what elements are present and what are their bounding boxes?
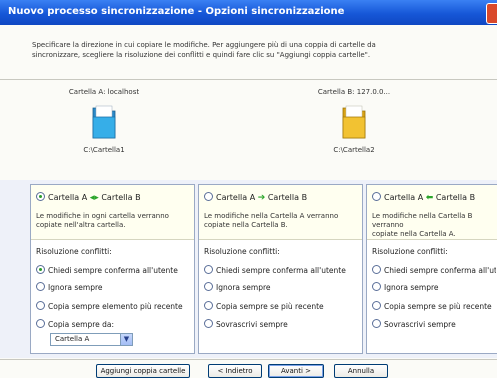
option-copy-newer[interactable]: Copia sempre se più recente	[204, 301, 324, 311]
panel-bidirectional[interactable]: Cartella A ◂▸ Cartella B Le modifiche in…	[30, 184, 195, 354]
copy-from-dropdown[interactable]: Cartella A ▼	[50, 333, 133, 346]
direction-b-to-a-radio[interactable]: Cartella A ⬅ Cartella B	[372, 192, 475, 203]
option-label: Chiedi sempre conferma all'utente	[48, 266, 178, 275]
radio-icon[interactable]	[204, 301, 213, 310]
option-ask-user[interactable]: Chiedi sempre conferma all'utente	[204, 265, 346, 275]
option-label: Chiedi sempre conferma all'utente	[216, 266, 346, 275]
option-label: Copia sempre se più recente	[384, 302, 492, 311]
title-bar[interactable]: Nuovo processo sincronizzazione - Opzion…	[0, 0, 497, 25]
folder-blue-icon	[92, 105, 116, 139]
panel-header: Cartella A ➔ Cartella B Le modifiche nel…	[199, 185, 362, 240]
panel-a-to-b[interactable]: Cartella A ➔ Cartella B Le modifiche nel…	[198, 184, 363, 354]
close-button[interactable]	[486, 3, 497, 24]
option-label: Copia sempre elemento più recente	[48, 302, 183, 311]
panel-description: Le modifiche in ogni cartella verranno c…	[36, 212, 169, 229]
option-label: Ignora sempre	[384, 283, 439, 292]
panel-header: Cartella A ◂▸ Cartella B Le modifiche in…	[31, 185, 194, 240]
radio-icon[interactable]	[372, 192, 381, 201]
conflict-label: Risoluzione conflitti:	[372, 247, 448, 256]
folder-b-block: Cartella B: 127.0.0... C:\Cartella2	[284, 88, 424, 154]
radio-icon[interactable]	[372, 301, 381, 310]
panel-b-to-a[interactable]: Cartella A ⬅ Cartella B Le modifiche nel…	[366, 184, 497, 354]
radio-icon[interactable]	[372, 282, 381, 291]
option-overwrite[interactable]: Sovrascrivi sempre	[204, 319, 288, 329]
window-title: Nuovo processo sincronizzazione - Opzion…	[8, 6, 345, 17]
cancel-button[interactable]: Annulla	[334, 364, 388, 378]
option-label: Copia sempre se più recente	[216, 302, 324, 311]
option-overwrite[interactable]: Sovrascrivi sempre	[372, 319, 456, 329]
panel-title-left: Cartella A	[216, 193, 256, 202]
folder-a-block: Cartella A: localhost C:\Cartella1	[34, 88, 174, 154]
back-button[interactable]: < Indietro	[208, 364, 262, 378]
folder-b-path: C:\Cartella2	[333, 146, 375, 154]
sync-direction-panels: Cartella A ◂▸ Cartella B Le modifiche in…	[0, 180, 497, 358]
radio-icon[interactable]	[204, 192, 213, 201]
option-copy-from[interactable]: Copia sempre da:	[36, 319, 114, 329]
conflict-label: Risoluzione conflitti:	[36, 247, 112, 256]
panel-title-left: Cartella A	[384, 193, 424, 202]
add-folder-pair-button[interactable]: Aggiungi coppia cartelle	[96, 364, 190, 378]
option-ignore[interactable]: Ignora sempre	[204, 282, 271, 292]
panel-header: Cartella A ⬅ Cartella B Le modifiche nel…	[367, 185, 497, 240]
chevron-down-icon[interactable]: ▼	[120, 334, 132, 345]
folder-a-path: C:\Cartella1	[83, 146, 125, 154]
radio-icon[interactable]	[36, 265, 45, 274]
sync-wizard-window: Nuovo processo sincronizzazione - Opzion…	[0, 0, 497, 378]
option-ask-user[interactable]: Chiedi sempre conferma all'utente	[36, 265, 178, 275]
panel-title-right: Cartella B	[267, 193, 308, 202]
folder-a-label: Cartella A: localhost	[68, 88, 140, 96]
radio-icon[interactable]	[372, 265, 381, 274]
conflict-label: Risoluzione conflitti:	[204, 247, 280, 256]
panel-title-left: Cartella A	[48, 193, 88, 202]
instructions-text: Specificare la direzione in cui copiare …	[32, 41, 376, 59]
divider-bottom	[0, 359, 497, 360]
radio-icon[interactable]	[36, 192, 45, 201]
radio-icon[interactable]	[36, 319, 45, 328]
radio-icon[interactable]	[204, 282, 213, 291]
option-label: Chiedi sempre conferma all'utente	[384, 266, 496, 275]
option-ask-user[interactable]: Chiedi sempre conferma all'utente	[372, 265, 496, 275]
double-arrow-icon: ◂▸	[89, 193, 99, 203]
folder-b-label: Cartella B: 127.0.0...	[317, 88, 391, 96]
panel-description: Le modifiche nella Cartella A verranno c…	[204, 212, 339, 229]
radio-icon[interactable]	[36, 282, 45, 291]
dropdown-value: Cartella A	[55, 335, 90, 343]
direction-bidirectional-radio[interactable]: Cartella A ◂▸ Cartella B	[36, 192, 141, 203]
option-label: Ignora sempre	[48, 283, 103, 292]
panel-description: Le modifiche nella Cartella B verranno c…	[372, 212, 473, 238]
option-copy-newer[interactable]: Copia sempre elemento più recente	[36, 301, 183, 311]
option-ignore[interactable]: Ignora sempre	[372, 282, 439, 292]
next-button[interactable]: Avanti >	[268, 364, 324, 378]
radio-icon[interactable]	[36, 301, 45, 310]
option-copy-newer[interactable]: Copia sempre se più recente	[372, 301, 492, 311]
radio-icon[interactable]	[372, 319, 381, 328]
radio-icon[interactable]	[204, 265, 213, 274]
radio-icon[interactable]	[204, 319, 213, 328]
option-label: Sovrascrivi sempre	[216, 320, 288, 329]
arrow-right-icon: ➔	[257, 193, 266, 203]
direction-a-to-b-radio[interactable]: Cartella A ➔ Cartella B	[204, 192, 307, 203]
option-label: Sovrascrivi sempre	[384, 320, 456, 329]
folder-yellow-icon	[342, 105, 366, 139]
option-label: Copia sempre da:	[48, 320, 115, 329]
divider-top	[0, 79, 497, 80]
option-label: Ignora sempre	[216, 283, 271, 292]
panel-title-right: Cartella B	[101, 193, 141, 202]
option-ignore[interactable]: Ignora sempre	[36, 282, 103, 292]
arrow-left-icon: ⬅	[425, 193, 434, 203]
panel-title-right: Cartella B	[435, 193, 476, 202]
